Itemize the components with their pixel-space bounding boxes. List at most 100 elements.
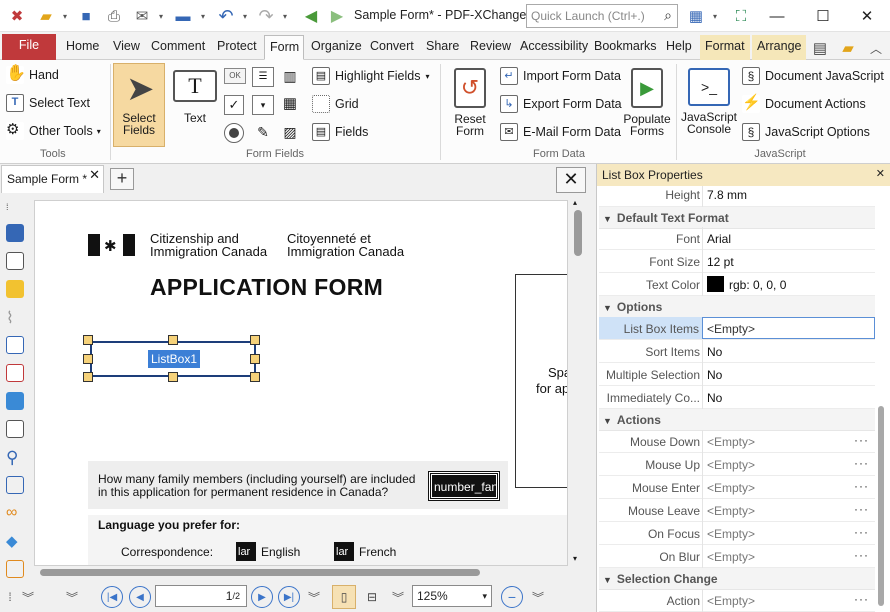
tab-bookmarks[interactable]: Bookmarks (589, 35, 662, 60)
french-checkbox[interactable]: lar (334, 542, 354, 561)
tab-help[interactable]: Help (661, 35, 697, 60)
collapse-icon[interactable]: ⁞ (6, 202, 20, 212)
category-selection-change[interactable]: ▼ Selection Change (599, 568, 875, 590)
options-icon[interactable]: ︾ (20, 585, 36, 609)
resize-handle[interactable] (250, 372, 260, 382)
barcode-tool[interactable]: ▥ (278, 67, 302, 87)
fields-panel-icon[interactable] (6, 336, 24, 354)
attachments-icon[interactable]: ⌇ (6, 308, 24, 327)
color-swatch[interactable] (707, 276, 724, 292)
english-checkbox[interactable]: lar (236, 542, 256, 561)
zoom-out-button[interactable]: − (500, 585, 524, 609)
tab-convert[interactable]: Convert (365, 35, 419, 60)
tab-form[interactable]: Form (264, 35, 304, 60)
tab-view[interactable]: View (108, 35, 145, 60)
resize-handle[interactable] (250, 335, 260, 345)
collapse-ribbon-icon[interactable]: ︿ (866, 36, 886, 60)
prop-row-sort-items[interactable]: Sort Items No (599, 340, 875, 363)
prop-row-mouse-leave[interactable]: Mouse Leave <Empty> ··· (599, 499, 875, 522)
prop-row-mouse-up[interactable]: Mouse Up <Empty> ··· (599, 453, 875, 476)
options-icon[interactable]: ︾ (306, 585, 322, 609)
category-options[interactable]: ▼ Options (599, 296, 875, 318)
signature-field-tool[interactable]: ✎ (252, 123, 274, 143)
zoom-select[interactable]: 125% ▾ (412, 585, 492, 607)
tab-home[interactable]: Home (61, 35, 104, 60)
horizontal-scrollbar[interactable] (34, 566, 568, 580)
forward-icon[interactable]: ▶ (326, 4, 348, 28)
more-icon[interactable]: ··· (854, 548, 869, 562)
panel-scrollbar-thumb[interactable] (878, 406, 884, 606)
last-page-button[interactable]: ▶| (277, 585, 301, 609)
close-window-button[interactable]: ✕ (852, 4, 882, 28)
date-field-tool[interactable]: ▦ (278, 95, 302, 115)
panel-scrollbar[interactable] (878, 186, 886, 612)
resize-handle[interactable] (250, 354, 260, 364)
folder-icon[interactable]: ▰ (836, 36, 860, 60)
javascript-options-button[interactable]: § JavaScript Options (742, 123, 870, 141)
vertical-scrollbar[interactable]: ▴ ▾ (570, 198, 586, 568)
prop-row-mouse-enter[interactable]: Mouse Enter <Empty> ··· (599, 476, 875, 499)
tab-review[interactable]: Review (465, 35, 516, 60)
customize-icon[interactable]: ▦ (684, 4, 708, 28)
select-text-button[interactable]: T Select Text (6, 94, 90, 112)
first-page-button[interactable]: |◀ (100, 585, 124, 609)
select-fields-button[interactable]: ➤ Select Fields (113, 63, 165, 147)
fields-button[interactable]: ▤ Fields (312, 123, 368, 141)
options-icon[interactable]: ︾ (390, 585, 406, 609)
scan-dropdown-icon[interactable]: ▾ (198, 4, 208, 28)
scan-icon[interactable]: ▬ (170, 4, 196, 28)
document-actions-button[interactable]: ⚡ Document Actions (742, 95, 866, 113)
text-field-button[interactable]: T Text (170, 70, 220, 124)
scroll-up-icon[interactable]: ▴ (573, 198, 577, 207)
category-actions[interactable]: ▼ Actions (599, 409, 875, 431)
tab-organize[interactable]: Organize (306, 35, 367, 60)
more-icon[interactable]: ··· (854, 502, 869, 516)
options-icon[interactable]: ︾ (64, 585, 80, 609)
prop-row-list-box-items[interactable]: List Box Items <Empty> (599, 317, 875, 340)
prev-page-button[interactable]: ◀ (128, 585, 152, 609)
import-form-data-button[interactable]: ↵ Import Form Data (500, 67, 621, 85)
prop-row-action[interactable]: Action <Empty> ··· (599, 589, 875, 612)
more-icon[interactable]: ··· (854, 525, 869, 539)
order-icon[interactable] (6, 560, 24, 578)
category-default-text-format[interactable]: ▼ Default Text Format (599, 207, 875, 229)
quick-launch-input[interactable]: Quick Launch (Ctrl+.) ⌕ (526, 4, 678, 28)
prop-row-immediately-commit[interactable]: Immediately Co... No (599, 386, 875, 409)
signatures-icon[interactable] (6, 364, 24, 382)
close-document-button[interactable]: ✕ (556, 167, 586, 193)
populate-forms-button[interactable]: ▶ Populate Forms (620, 68, 674, 137)
number-field[interactable]: number_fan (428, 471, 500, 501)
tab-share[interactable]: Share (421, 35, 464, 60)
prop-row-on-blur[interactable]: On Blur <Empty> ··· (599, 545, 875, 568)
undo-dropdown-icon[interactable]: ▾ (240, 4, 250, 28)
structure-icon[interactable] (6, 476, 24, 494)
email-dropdown-icon[interactable]: ▾ (156, 4, 166, 28)
undo-icon[interactable]: ↶ (214, 4, 238, 28)
more-icon[interactable]: ··· (854, 456, 869, 470)
resize-handle[interactable] (168, 372, 178, 382)
tab-comment[interactable]: Comment (146, 35, 210, 60)
close-tab-icon[interactable]: ✕ (89, 167, 100, 183)
open-dropdown-icon[interactable]: ▾ (60, 4, 70, 28)
tab-protect[interactable]: Protect (212, 35, 262, 60)
prop-row-font[interactable]: Font Arial (599, 227, 875, 250)
status-menu-icon[interactable]: ⁞ (2, 585, 18, 609)
more-icon[interactable]: ··· (854, 592, 869, 606)
tab-arrange[interactable]: Arrange (752, 35, 807, 60)
prop-row-font-size[interactable]: Font Size 12 pt (599, 250, 875, 273)
document-icon[interactable]: ▤ (808, 36, 832, 60)
tab-file[interactable]: File (2, 34, 56, 60)
document-tab[interactable]: Sample Form * ✕ (1, 165, 104, 193)
tab-format[interactable]: Format (700, 35, 750, 60)
more-icon[interactable]: ··· (854, 479, 869, 493)
scrollbar-thumb[interactable] (574, 210, 582, 256)
comments-icon[interactable] (6, 280, 24, 298)
prop-row-text-color[interactable]: Text Color rgb: 0, 0, 0 (599, 273, 875, 296)
thumbnails-icon[interactable] (6, 252, 24, 270)
grid-button[interactable]: Grid (312, 95, 359, 113)
maximize-button[interactable]: ☐ (808, 4, 838, 28)
list-field-tool[interactable]: ☰ (252, 67, 274, 87)
other-tools-button[interactable]: ⚙ Other Tools ▾ (6, 122, 101, 140)
tab-accessibility[interactable]: Accessibility (515, 35, 593, 60)
image-field-tool[interactable]: ▨ (278, 123, 302, 143)
